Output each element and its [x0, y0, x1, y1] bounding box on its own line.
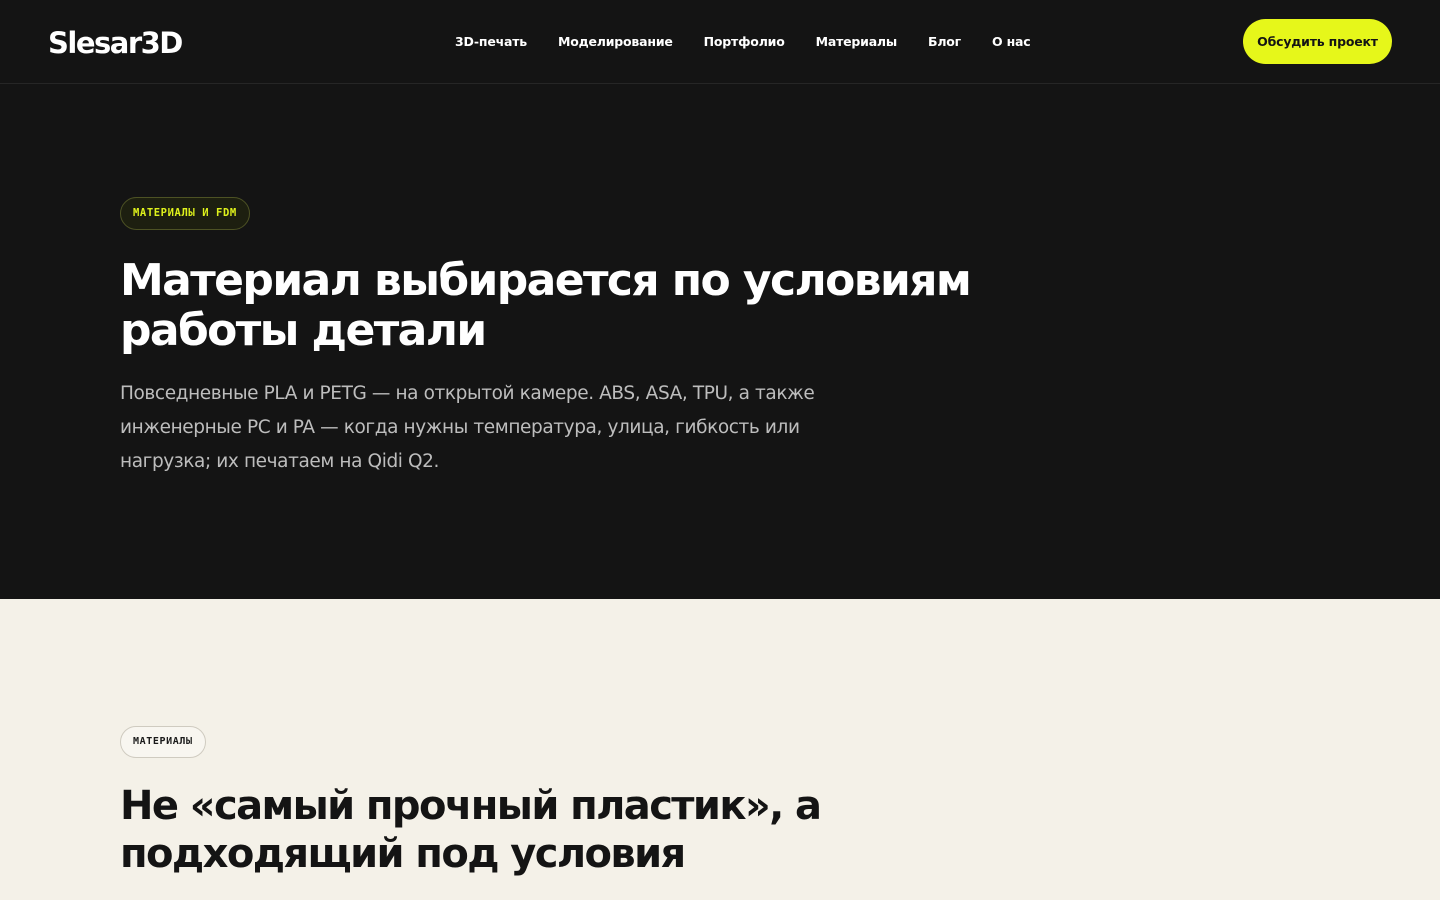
materials-section-badge: МАТЕРИАЛЫ	[120, 726, 206, 758]
site-logo[interactable]: Slesar3D	[48, 24, 183, 62]
nav-link-about[interactable]: О нас	[992, 31, 1031, 53]
materials-section-title: Не «самый прочный пластик», а подходящий…	[120, 783, 822, 877]
main-navigation: 3D-печать Моделирование Портфолио Матери…	[455, 31, 1031, 53]
nav-link-modeling[interactable]: Моделирование	[558, 31, 673, 53]
nav-link-3d-printing[interactable]: 3D-печать	[455, 31, 527, 53]
nav-link-materials[interactable]: Материалы	[816, 31, 898, 53]
nav-link-blog[interactable]: Блог	[928, 31, 961, 53]
hero-section: МАТЕРИАЛЫ И FDM Материал выбирается по у…	[0, 84, 1440, 599]
discuss-project-button[interactable]: Обсудить проект	[1243, 19, 1392, 64]
hero-category-badge: МАТЕРИАЛЫ И FDM	[120, 197, 250, 230]
site-header: Slesar3D 3D-печать Моделирование Портфол…	[0, 0, 1440, 84]
hero-title: Материал выбирается по условиям работы д…	[120, 255, 972, 356]
materials-section: МАТЕРИАЛЫ Не «самый прочный пластик», а …	[0, 599, 1440, 900]
hero-description: Повседневные PLA и PETG — на открытой ка…	[120, 383, 815, 472]
nav-link-portfolio[interactable]: Портфолио	[704, 31, 785, 53]
